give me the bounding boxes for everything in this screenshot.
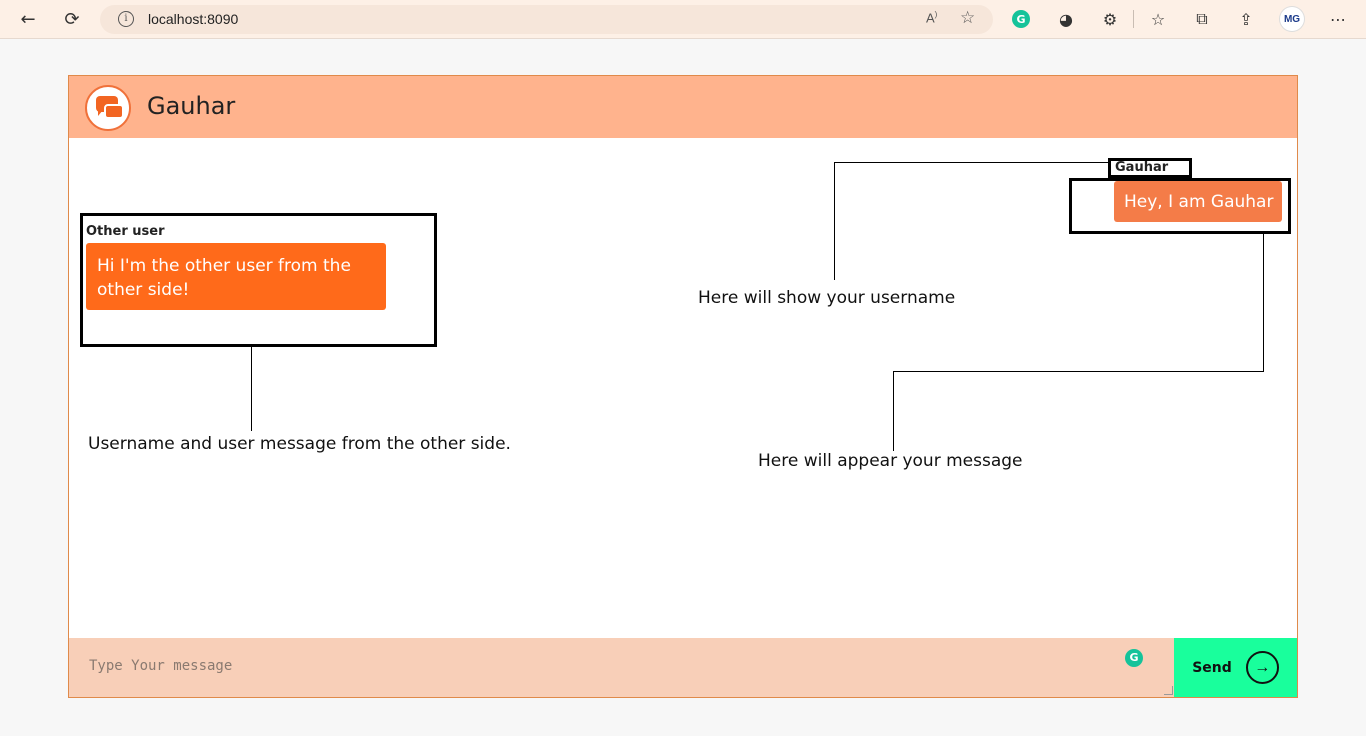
textarea-resize-handle[interactable] bbox=[1164, 686, 1173, 695]
grammarly-extension-icon[interactable]: G bbox=[1012, 10, 1030, 28]
annotation-line bbox=[834, 162, 1109, 163]
annotation-your-message: Here will appear your message bbox=[758, 451, 1023, 471]
other-message-username: Other user bbox=[86, 224, 165, 239]
chat-header: Gauhar bbox=[69, 76, 1297, 138]
annotation-line bbox=[1263, 234, 1264, 372]
header-username: Gauhar bbox=[147, 92, 236, 120]
message-input[interactable] bbox=[69, 638, 1174, 697]
more-menu-icon[interactable]: ⋯ bbox=[1326, 8, 1350, 30]
browser-toolbar: ← ⟳ i localhost:8090 A) ☆ G ◕ ⚙ ☆ ⧉ ⇪ MG… bbox=[0, 0, 1366, 39]
chat-window: Gauhar Other user Hi I'm the other user … bbox=[68, 75, 1298, 698]
annotation-your-username: Here will show your username bbox=[698, 288, 956, 308]
favorites-icon[interactable]: ☆ bbox=[1146, 8, 1170, 30]
info-icon[interactable]: i bbox=[118, 11, 134, 27]
url-text: localhost:8090 bbox=[148, 11, 239, 27]
send-button[interactable]: Send → bbox=[1174, 638, 1297, 697]
reload-icon[interactable]: ⟳ bbox=[58, 6, 86, 32]
chat-logo-icon bbox=[85, 85, 131, 131]
send-label: Send bbox=[1192, 659, 1232, 676]
annotation-line bbox=[834, 162, 835, 280]
share-icon[interactable]: ⇪ bbox=[1234, 8, 1258, 30]
my-message-bubble: Hey, I am Gauhar bbox=[1114, 181, 1282, 222]
annotation-line bbox=[251, 347, 252, 431]
add-favorite-icon[interactable]: ☆ bbox=[960, 8, 975, 28]
toolbar-divider bbox=[1133, 10, 1134, 28]
message-area: Other user Hi I'm the other user from th… bbox=[69, 138, 1297, 638]
profile-avatar[interactable]: MG bbox=[1280, 7, 1304, 31]
my-message-username: Gauhar bbox=[1115, 160, 1169, 175]
annotation-line bbox=[893, 371, 894, 451]
address-bar[interactable]: i localhost:8090 A) ☆ bbox=[100, 5, 993, 34]
arrow-right-icon: → bbox=[1245, 651, 1279, 684]
annotation-line bbox=[893, 371, 1264, 372]
grammarly-icon[interactable]: G bbox=[1125, 649, 1143, 667]
chat-footer: G Send → bbox=[69, 638, 1297, 697]
collections-icon[interactable]: ⧉ bbox=[1190, 8, 1214, 30]
other-message-bubble: Hi I'm the other user from the other sid… bbox=[86, 243, 386, 310]
extension-icon[interactable]: ◕ bbox=[1054, 8, 1078, 30]
read-aloud-icon[interactable]: A) bbox=[926, 10, 937, 25]
extensions-puzzle-icon[interactable]: ⚙ bbox=[1098, 8, 1122, 30]
annotation-other-side: Username and user message from the other… bbox=[88, 434, 511, 454]
back-icon[interactable]: ← bbox=[14, 6, 42, 32]
